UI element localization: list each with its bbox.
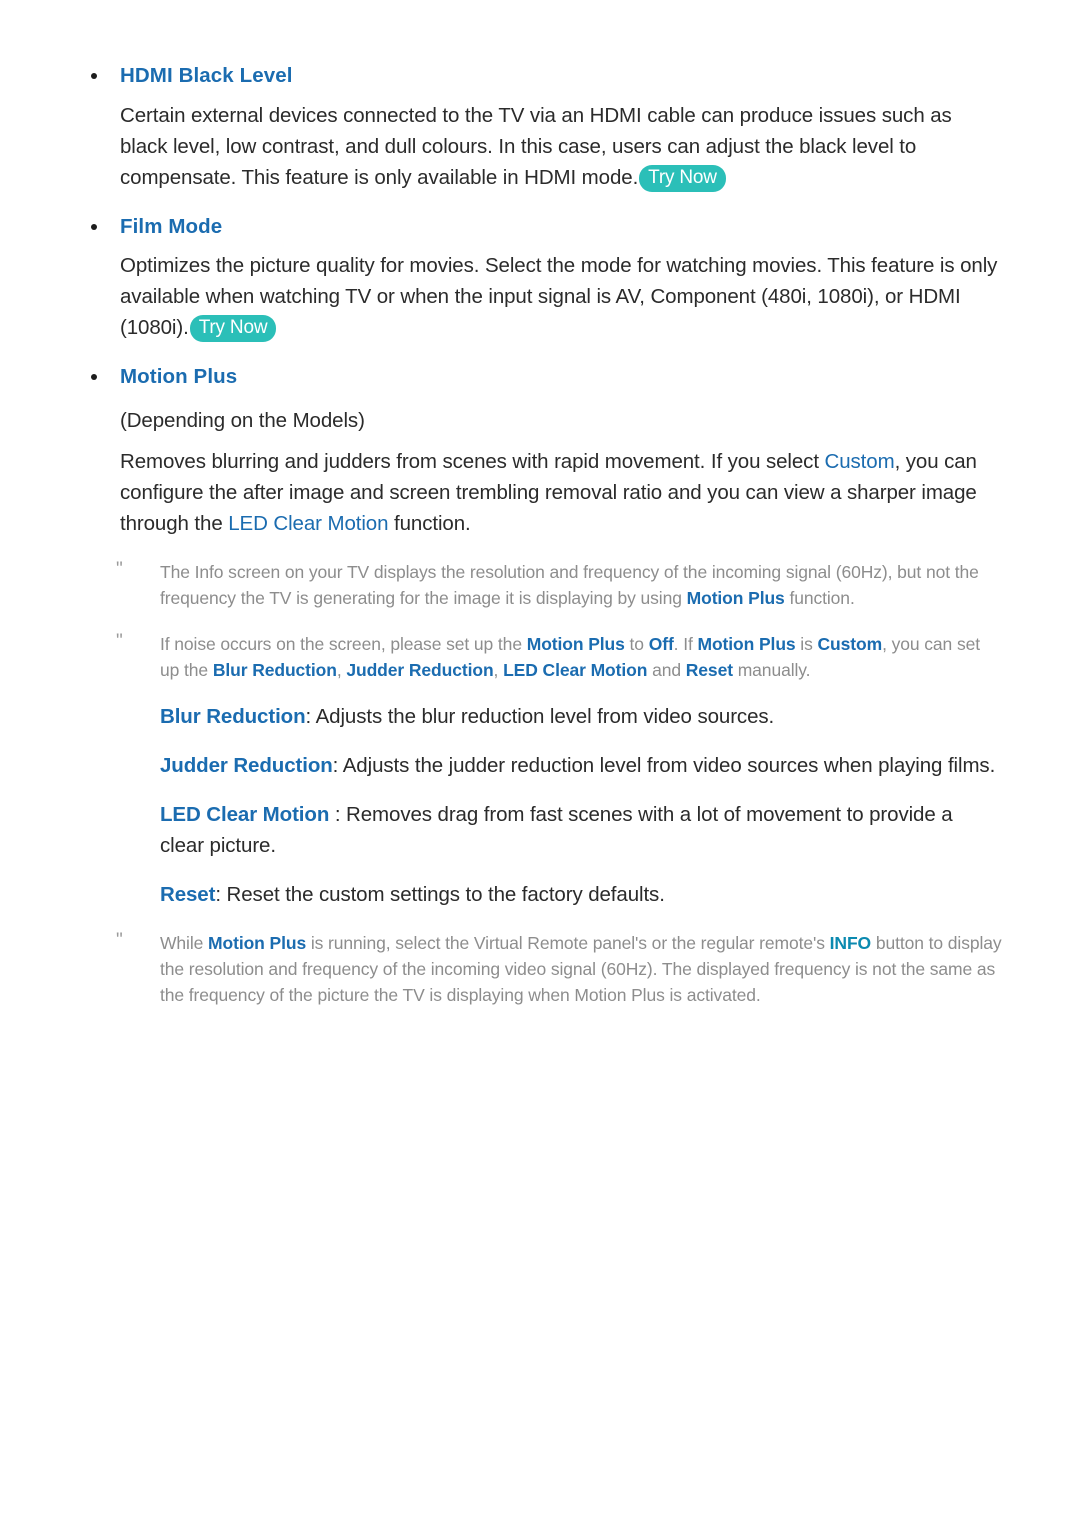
- note-text-part1: While: [160, 933, 209, 954]
- definition-separator: :: [329, 803, 347, 827]
- definition-description: Adjusts the judder reduction level from …: [342, 754, 996, 778]
- note-virtual-remote: " While Motion Plus is running, select th…: [0, 930, 1080, 1008]
- section-heading-label: Motion Plus: [120, 365, 238, 389]
- definition-led-clear-motion: LED Clear Motion : Removes drag from fas…: [0, 799, 1080, 861]
- paragraph-film-mode: Optimizes the picture quality for movies…: [0, 250, 1080, 343]
- section-heading-label: HDMI Black Level: [120, 64, 293, 87]
- note-noise-setup: " If noise occurs on the screen, please s…: [0, 631, 1080, 683]
- section-heading-film-mode: Film Mode: [0, 213, 1080, 241]
- note-quote-marker: ": [116, 930, 123, 952]
- note-term-blur-reduction: Blur Reduction: [212, 660, 337, 681]
- inline-term-custom: Custom: [824, 450, 895, 474]
- section-heading-label: Film Mode: [120, 214, 223, 238]
- note-term-motion-plus: Motion Plus: [208, 933, 307, 954]
- section-film-mode: Film Mode Optimizes the picture quality …: [0, 213, 1080, 344]
- definition-term: LED Clear Motion: [160, 803, 330, 827]
- definition-description: Adjusts the blur reduction level from vi…: [315, 705, 775, 729]
- definition-term: Reset: [160, 883, 216, 907]
- document-page: HDMI Black Level Certain external device…: [0, 0, 1080, 1527]
- inline-term-led-clear-motion: LED Clear Motion: [228, 512, 389, 536]
- note-term-judder-reduction: Judder Reduction: [346, 660, 494, 681]
- note-text-part1: If noise occurs on the screen, please se…: [160, 634, 527, 655]
- note-info-screen: " The Info screen on your TV displays the…: [0, 559, 1080, 611]
- note-text-part7: ,: [493, 660, 504, 681]
- note-term-motion-plus-2: Motion Plus: [697, 634, 796, 655]
- try-now-badge[interactable]: Try Now: [639, 164, 726, 192]
- paragraph-text-part1: Removes blurring and judders from scenes…: [120, 450, 825, 474]
- note-term-custom: Custom: [817, 634, 883, 655]
- note-text-part1: The Info screen on your TV displays the …: [160, 562, 979, 609]
- note-term-info: INFO: [829, 933, 872, 954]
- note-term-motion-plus: Motion Plus: [526, 634, 625, 655]
- definition-judder-reduction: Judder Reduction: Adjusts the judder red…: [0, 750, 1080, 781]
- bullet-icon: [91, 73, 97, 79]
- note-quote-marker: ": [116, 631, 123, 653]
- definition-term: Judder Reduction: [160, 754, 333, 778]
- definition-separator: :: [215, 883, 227, 907]
- models-note-text: (Depending on the Models): [120, 409, 365, 433]
- bullet-icon: [91, 374, 97, 381]
- note-text-part9: manually.: [732, 660, 811, 681]
- section-heading-motion-plus: Motion Plus: [0, 363, 1080, 391]
- note-text-part8: and: [647, 660, 686, 681]
- paragraph-motion-plus-description: Removes blurring and judders from scenes…: [0, 446, 1080, 539]
- note-text-part2: to: [624, 634, 649, 655]
- note-term-reset: Reset: [685, 660, 733, 681]
- note-text-part2: is running, select the Virtual Remote pa…: [306, 933, 830, 954]
- paragraph-motion-plus-models: (Depending on the Models): [0, 405, 1080, 436]
- definition-reset: Reset: Reset the custom settings to the …: [0, 879, 1080, 910]
- note-quote-marker: ": [116, 559, 123, 581]
- paragraph-hdmi-black-level: Certain external devices connected to th…: [0, 100, 1080, 193]
- definition-separator: :: [332, 754, 343, 778]
- note-term-motion-plus: Motion Plus: [686, 588, 785, 609]
- definition-blur-reduction: Blur Reduction: Adjusts the blur reducti…: [0, 701, 1080, 732]
- try-now-badge[interactable]: Try Now: [189, 315, 277, 343]
- note-text-part3: . If: [673, 634, 698, 655]
- bullet-icon: [91, 223, 97, 230]
- section-heading-hdmi-black-level: HDMI Black Level: [0, 62, 1080, 90]
- document-content: HDMI Black Level Certain external device…: [0, 62, 1080, 1008]
- note-text-part2: function.: [784, 588, 855, 609]
- definition-term: Blur Reduction: [160, 705, 306, 729]
- definition-separator: :: [305, 705, 316, 729]
- note-term-led-clear-motion: LED Clear Motion: [503, 660, 648, 681]
- note-term-off: Off: [648, 634, 674, 655]
- paragraph-text: Certain external devices connected to th…: [120, 103, 952, 189]
- note-text-part6: ,: [336, 660, 347, 681]
- note-text-part4: is: [795, 634, 818, 655]
- definition-description: Reset the custom settings to the factory…: [226, 883, 665, 907]
- paragraph-text-part3: function.: [388, 512, 471, 536]
- section-hdmi-black-level: HDMI Black Level Certain external device…: [0, 62, 1080, 193]
- section-motion-plus: Motion Plus (Depending on the Models) Re…: [0, 363, 1080, 539]
